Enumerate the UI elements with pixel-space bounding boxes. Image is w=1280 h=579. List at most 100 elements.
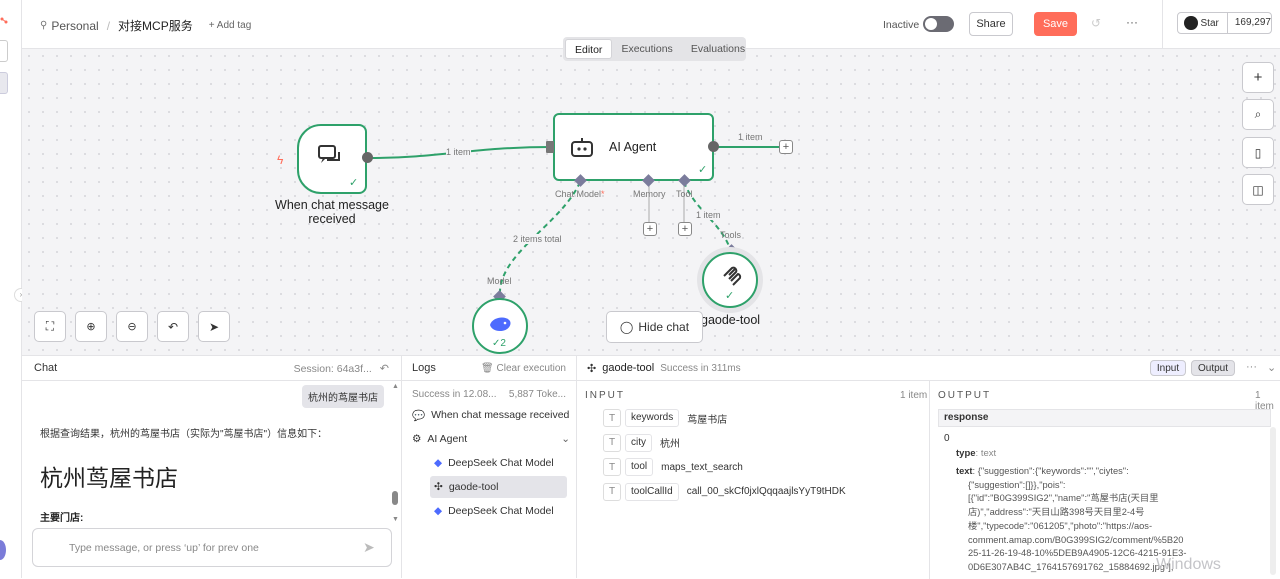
- rail-input[interactable]: [0, 40, 8, 62]
- reset-session-icon[interactable]: ↶: [380, 363, 389, 375]
- gaode-tool-title: gaode-tool: [701, 313, 761, 327]
- reset-zoom-button[interactable]: ↶: [157, 311, 189, 342]
- input-item-count: 1 item: [900, 390, 928, 401]
- token-count: 5,887 Toke...: [508, 389, 566, 400]
- edge-label-trigger: 1 item: [446, 147, 471, 157]
- input-field-row: Ttool maps_text_search: [603, 457, 846, 477]
- deepseek-whale-icon: [488, 313, 514, 338]
- tool-icon: ✣: [587, 362, 597, 375]
- sticky-note-button[interactable]: ▯: [1242, 137, 1274, 168]
- log-item-model-2[interactable]: ◆ DeepSeek Chat Model: [412, 500, 570, 522]
- success-check-icon: ✓: [349, 177, 359, 189]
- workflow-canvas[interactable]: ✓ ϟ When chat message received 1 item AI…: [22, 49, 1280, 355]
- add-next-node-button[interactable]: +: [779, 140, 793, 154]
- text-type-icon: T: [603, 433, 621, 452]
- output-section: OUTPUT 1 item response 0 type: text text…: [932, 381, 1280, 579]
- project-breadcrumb[interactable]: Personal: [51, 19, 98, 33]
- save-button[interactable]: Save: [1034, 12, 1077, 36]
- chat-panel-title: Chat: [34, 362, 58, 374]
- robot-icon: [569, 135, 595, 162]
- windows-watermark: Windows: [1156, 556, 1221, 573]
- fit-view-icon: ⛶: [45, 319, 55, 333]
- collapse-icon[interactable]: ⌄: [1267, 361, 1276, 374]
- logs-title: Logs: [412, 362, 436, 374]
- tidy-up-button[interactable]: ➤: [198, 311, 230, 342]
- log-item-model-1[interactable]: ◆ DeepSeek Chat Model: [412, 452, 570, 474]
- tab-editor[interactable]: Editor: [565, 39, 613, 59]
- github-star-label: Star: [1200, 17, 1219, 29]
- trigger-output-port[interactable]: [362, 152, 373, 163]
- history-icon[interactable]: ↺: [1091, 16, 1105, 30]
- log-item-tool[interactable]: ✣ gaode-tool: [430, 476, 567, 498]
- add-tag-button[interactable]: + Add tag: [209, 20, 252, 31]
- search-nodes-button[interactable]: ⌕: [1242, 99, 1274, 130]
- input-field-row: Tcity 杭州: [603, 433, 846, 453]
- workflow-icon[interactable]: [0, 16, 8, 26]
- zoom-in-button[interactable]: ⊕: [75, 311, 107, 342]
- cursor-sparkle-icon: ➤: [208, 319, 220, 334]
- detail-node-name: gaode-tool: [602, 362, 655, 374]
- agent-input-port[interactable]: [546, 141, 554, 153]
- input-toggle-button[interactable]: Input: [1150, 360, 1186, 376]
- ai-agent-node[interactable]: AI Agent ✓: [553, 113, 714, 181]
- bot-reply-heading: 杭州茑屋书店: [40, 465, 178, 491]
- active-toggle[interactable]: [923, 16, 954, 32]
- chat-message-input[interactable]: Type message, or press ‘up’ for prev one…: [32, 528, 392, 567]
- output-column-header: response: [938, 409, 1271, 427]
- detail-more-button[interactable]: ···: [1246, 361, 1257, 373]
- chat-scrollbar[interactable]: [392, 491, 398, 505]
- deepseek-model-node[interactable]: ✓2: [472, 298, 528, 354]
- share-button[interactable]: Share: [969, 12, 1013, 36]
- add-node-button[interactable]: +: [1242, 62, 1274, 93]
- tool-icon: ✣: [434, 481, 443, 493]
- user-message: 杭州的茑屋书店: [302, 385, 384, 408]
- divider: [1162, 0, 1163, 48]
- chevron-down-icon[interactable]: ⌄: [561, 433, 570, 445]
- scroll-up-icon[interactable]: ▲: [392, 383, 399, 390]
- bot-reply-subheading: 主要门店:: [40, 513, 84, 524]
- chat-model-port-label: Chat Model*: [555, 189, 605, 199]
- plus-icon: +: [1253, 69, 1263, 86]
- add-memory-button[interactable]: +: [643, 222, 657, 236]
- clear-execution-button[interactable]: 🗑 Clear execution: [481, 363, 566, 374]
- send-icon[interactable]: ➤: [363, 539, 375, 556]
- chat-trigger-node[interactable]: ✓: [297, 124, 367, 194]
- chat-input-placeholder: Type message, or press ‘up’ for prev one: [69, 542, 259, 554]
- rail-active-item[interactable]: [0, 72, 8, 94]
- workflow-name[interactable]: 对接MCP服务: [118, 17, 193, 34]
- chat-bubbles-icon: [317, 142, 347, 179]
- user-avatar[interactable]: [0, 540, 6, 560]
- tools-port-label: Tools: [720, 230, 742, 240]
- add-tool-button[interactable]: +: [678, 222, 692, 236]
- agent-output-port[interactable]: [708, 141, 719, 152]
- text-type-icon: T: [603, 409, 621, 427]
- text-type-icon: T: [603, 482, 621, 501]
- tab-evaluations[interactable]: Evaluations: [682, 39, 754, 59]
- toggle-panel-button[interactable]: ◫: [1242, 174, 1274, 205]
- gaode-tool-node[interactable]: ✓: [702, 252, 758, 308]
- output-scrollbar[interactable]: [1270, 427, 1276, 575]
- session-id: Session: 64a3f...: [293, 362, 372, 375]
- tool-port-label: Tool: [676, 189, 693, 199]
- output-toggle-button[interactable]: Output: [1191, 360, 1235, 376]
- output-title: OUTPUT: [938, 390, 992, 401]
- scroll-down-icon[interactable]: ▼: [392, 516, 399, 523]
- more-options-button[interactable]: ···: [1126, 15, 1138, 29]
- edge-label-tool: 1 item: [696, 210, 721, 220]
- zoom-out-button[interactable]: ⊖: [116, 311, 148, 342]
- chat-icon: ◯: [619, 320, 634, 334]
- tab-executions[interactable]: Executions: [612, 39, 681, 59]
- log-item-trigger[interactable]: 💬 When chat message received: [412, 404, 570, 426]
- log-item-agent[interactable]: ⚙ AI Agent ⌄: [412, 428, 570, 450]
- sidebar-panel-icon: ◫: [1252, 182, 1264, 197]
- undo-icon: ↶: [167, 319, 179, 334]
- github-star-button[interactable]: Star 169,297: [1177, 12, 1272, 34]
- left-rail: ›: [0, 0, 28, 578]
- bot-reply-intro: 根据查询结果，杭州的茑屋书店（实际为"茑屋书店"）信息如下：: [40, 429, 328, 440]
- hide-chat-button[interactable]: ◯ Hide chat: [606, 311, 703, 343]
- output-type-row: type: text: [956, 448, 997, 459]
- input-field-row: Tkeywords 茑屋书店: [603, 408, 846, 428]
- tool-success-icon: ✓: [725, 290, 735, 302]
- fit-view-button[interactable]: ⛶: [34, 311, 66, 342]
- text-type-icon: T: [603, 458, 621, 476]
